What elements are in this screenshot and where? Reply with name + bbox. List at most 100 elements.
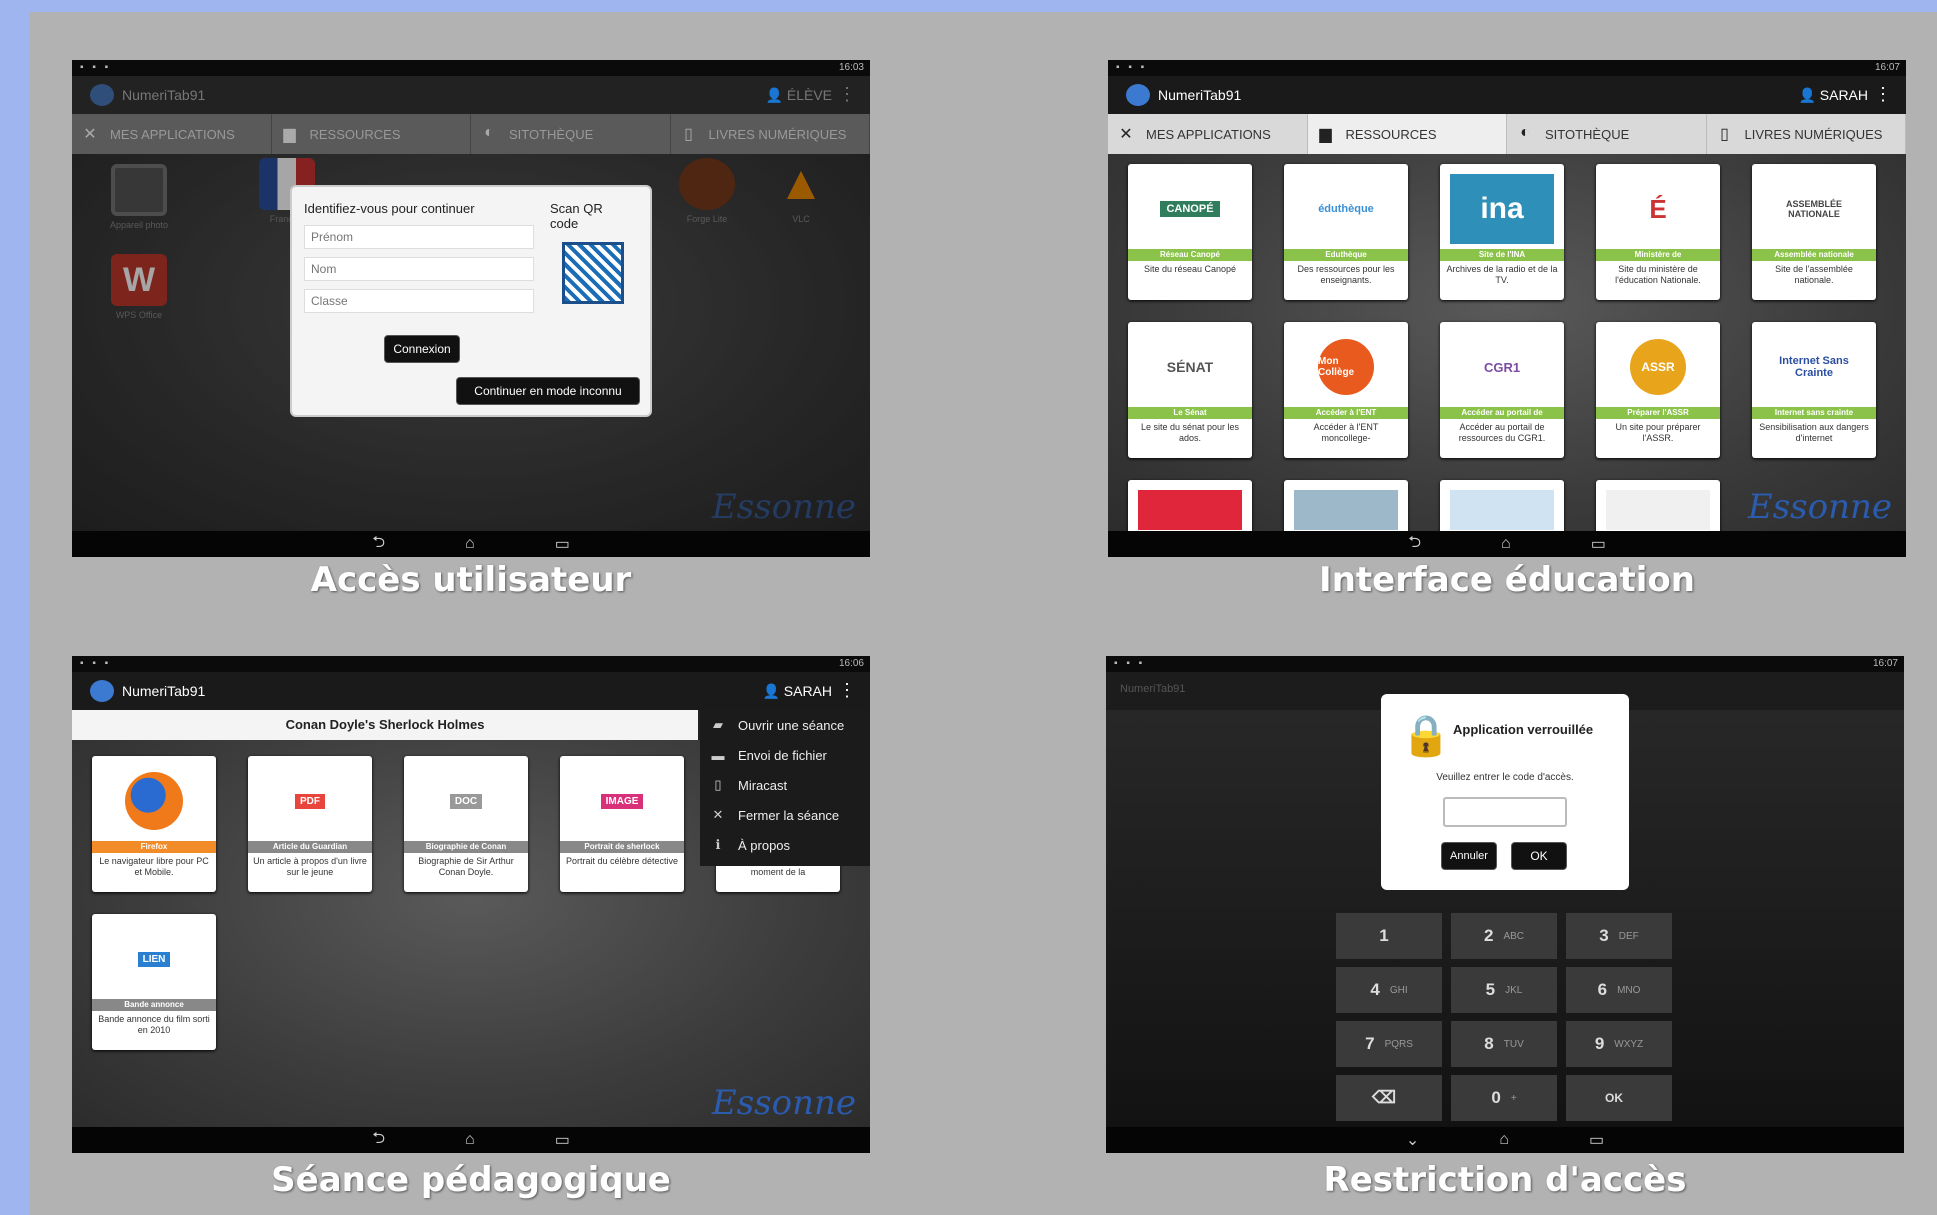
back-icon[interactable]: ⮌ [372, 531, 385, 558]
keypad-key[interactable]: 5 JKL [1451, 967, 1557, 1013]
keypad-backspace[interactable]: ⌫ [1336, 1075, 1442, 1121]
app-wps-office[interactable]: W WPS Office [104, 254, 174, 320]
ok-button[interactable]: OK [1511, 842, 1567, 870]
overflow-menu-icon[interactable]: ⋮ [838, 84, 856, 105]
scan-qr-label: Scan QR code [550, 201, 603, 231]
status-bar: ▪ ▪ ▪ 16:07 [1108, 60, 1906, 76]
recents-icon[interactable]: ▭ [1589, 1130, 1604, 1150]
user-label[interactable]: 👤 SARAH [762, 683, 832, 700]
essonne-signature: Essonne [1747, 487, 1892, 527]
keypad-ok[interactable]: OK [1566, 1075, 1672, 1121]
first-name-field[interactable] [304, 225, 534, 249]
action-bar: NumeriTab91 👤 SARAH ⋮ [1108, 76, 1906, 114]
resource-card[interactable]: É Ministère de Site du ministère de l'éduc… [1596, 164, 1720, 300]
session-menu: ▰ Ouvrir une séance ▬ Envoi de fichier ▯ Mi… [700, 710, 870, 866]
qr-code-icon[interactable] [562, 242, 624, 304]
tab-bar: ✕ MES APPLICATIONS ▆ RESSOURCES ◐ SITOTHÈQU… [72, 114, 870, 154]
app-title: NumeriTab91 [122, 87, 206, 103]
resource-card[interactable]: ina Site de l'INA Archives de la radio et … [1440, 164, 1564, 300]
back-icon[interactable]: ⮌ [372, 1127, 385, 1154]
chevron-down-icon[interactable]: ⌄ [1406, 1130, 1419, 1150]
access-code-field[interactable] [1443, 797, 1567, 827]
class-field[interactable] [304, 289, 534, 313]
resource-card[interactable]: Internet Sans Crainte Internet sans crain… [1752, 322, 1876, 458]
recents-icon[interactable]: ▭ [555, 1130, 570, 1150]
last-name-field[interactable] [304, 257, 534, 281]
status-bar: ▪ ▪ ▪ 16:03 [72, 60, 870, 76]
keypad-key[interactable]: 8 TUV [1451, 1021, 1557, 1067]
tab-ebooks[interactable]: ▯ LIVRES NUMÉRIQUES [671, 114, 870, 154]
app-vlc[interactable]: ▲ VLC [766, 158, 836, 225]
lock-icon: 🔒 [1401, 714, 1451, 758]
tab-my-apps[interactable]: ✕ MES APPLICATIONS [1108, 114, 1308, 154]
tab-sitotheque[interactable]: ◐ SITOTHÈQUE [1507, 114, 1707, 154]
resource-card[interactable]: CGR1 Accéder au portail de Accéder au port… [1440, 322, 1564, 458]
keypad-key[interactable]: 7 PQRS [1336, 1021, 1442, 1067]
session-card[interactable]: LIEN Bande annonce Bande annonce du film s… [92, 914, 216, 1050]
action-bar: NumeriTab91 👤 SARAH ⋮ [72, 672, 870, 710]
resource-card[interactable]: CANOPÉ Réseau Canopé Site du réseau Canopé [1128, 164, 1252, 300]
overflow-menu-icon[interactable]: ⋮ [1874, 84, 1892, 105]
app-title: NumeriTab91 [122, 683, 206, 699]
tab-sitotheque[interactable]: ◐ SITOTHÈQUE [471, 114, 671, 154]
keypad-key[interactable]: 4 GHI [1336, 967, 1442, 1013]
menu-miracast[interactable]: ▯ Miracast [700, 770, 870, 800]
menu-close-session[interactable]: ✕ Fermer la séance [700, 800, 870, 830]
recents-icon[interactable]: ▭ [555, 534, 570, 554]
session-card[interactable]: DOC Biographie de Conan Biographie de Sir … [404, 756, 528, 892]
menu-send-file[interactable]: ▬ Envoi de fichier [700, 740, 870, 770]
panel-restriction: ▪ ▪ ▪ 16:07 NumeriTab91 🔒 Application ver… [1106, 656, 1904, 1153]
keypad-key[interactable]: 1 [1336, 913, 1442, 959]
menu-about[interactable]: ℹÀ propos [700, 830, 870, 860]
home-icon[interactable]: ⌂ [465, 535, 475, 553]
keypad-key[interactable]: 0 + [1451, 1075, 1557, 1121]
lock-title: Application verrouillée [1453, 722, 1594, 737]
app-forge-lite[interactable]: Forge Lite [672, 158, 742, 224]
home-icon[interactable]: ⌂ [1501, 535, 1511, 553]
session-card[interactable]: PDF Article du Guardian Un article à propo… [248, 756, 372, 892]
session-title: Conan Doyle's Sherlock Holmes [72, 710, 698, 740]
tab-resources[interactable]: ▆ RESSOURCES [272, 114, 471, 154]
send-icon: ▬ [711, 747, 725, 763]
back-icon[interactable]: ⮌ [1408, 531, 1421, 558]
recents-icon[interactable]: ▭ [1591, 534, 1606, 554]
session-card[interactable]: IMAGE Portrait de sherlock Portrait du cél… [560, 756, 684, 892]
action-bar: NumeriTab91 👤 ÉLÈVE ⋮ [72, 76, 870, 114]
overflow-menu-icon[interactable]: ⋮ [838, 680, 856, 701]
resource-card[interactable]: ASSEMBLÉE NATIONALE Assemblée nationale Si… [1752, 164, 1876, 300]
user-label[interactable]: 👤 SARAH [1798, 87, 1868, 104]
resource-card[interactable]: Mon Collège Accéder à l'ENT Accéder à l'EN… [1284, 322, 1408, 458]
resource-card[interactable]: SÉNAT Le Sénat Le site du sénat pour les a… [1128, 322, 1252, 458]
app-logo-icon [1126, 84, 1150, 106]
keypad-key[interactable]: 3 DEF [1566, 913, 1672, 959]
briefcase-icon: ▆ [283, 126, 296, 143]
anonymous-mode-button[interactable]: Continuer en mode inconnu [456, 377, 640, 405]
menu-open-session[interactable]: ▰ Ouvrir une séance [700, 710, 870, 740]
app-title: NumeriTab91 [1120, 683, 1186, 695]
forge-icon [679, 158, 735, 210]
wps-icon: W [111, 254, 167, 306]
nav-bar: ⮌ ⌂ ▭ [1108, 531, 1906, 557]
caption-restriction: Restriction d'accès [1323, 1160, 1687, 1200]
user-label[interactable]: 👤 ÉLÈVE [766, 87, 832, 104]
tools-icon: ✕ [83, 126, 97, 143]
status-bar: ▪ ▪ ▪ 16:07 [1106, 656, 1904, 672]
login-button[interactable]: Connexion [384, 335, 460, 363]
tab-ebooks[interactable]: ▯ LIVRES NUMÉRIQUES [1707, 114, 1906, 154]
info-icon: ℹ [715, 837, 721, 852]
home-icon[interactable]: ⌂ [1499, 1131, 1509, 1149]
cancel-button[interactable]: Annuler [1441, 842, 1497, 870]
keypad-key[interactable]: 9 WXYZ [1566, 1021, 1672, 1067]
home-icon[interactable]: ⌂ [465, 1131, 475, 1149]
resource-card[interactable]: éduthèque Eduthèque Des ressources pour le… [1284, 164, 1408, 300]
keypad-key[interactable]: 6 MNO [1566, 967, 1672, 1013]
tab-resources[interactable]: ▆ RESSOURCES [1307, 114, 1507, 154]
keypad-key[interactable]: 2 ABC [1451, 913, 1557, 959]
briefcase-icon: ▆ [1319, 126, 1332, 143]
essonne-signature: Essonne [711, 1083, 856, 1123]
app-camera[interactable]: Appareil photo [104, 164, 174, 230]
app-title: NumeriTab91 [1158, 87, 1242, 103]
tab-my-apps[interactable]: ✕ MES APPLICATIONS [72, 114, 272, 154]
resource-card[interactable]: ASSR Préparer l'ASSR Un site pour préparer… [1596, 322, 1720, 458]
session-card[interactable]: Firefox Le navigateur libre pour PC et Mo… [92, 756, 216, 892]
